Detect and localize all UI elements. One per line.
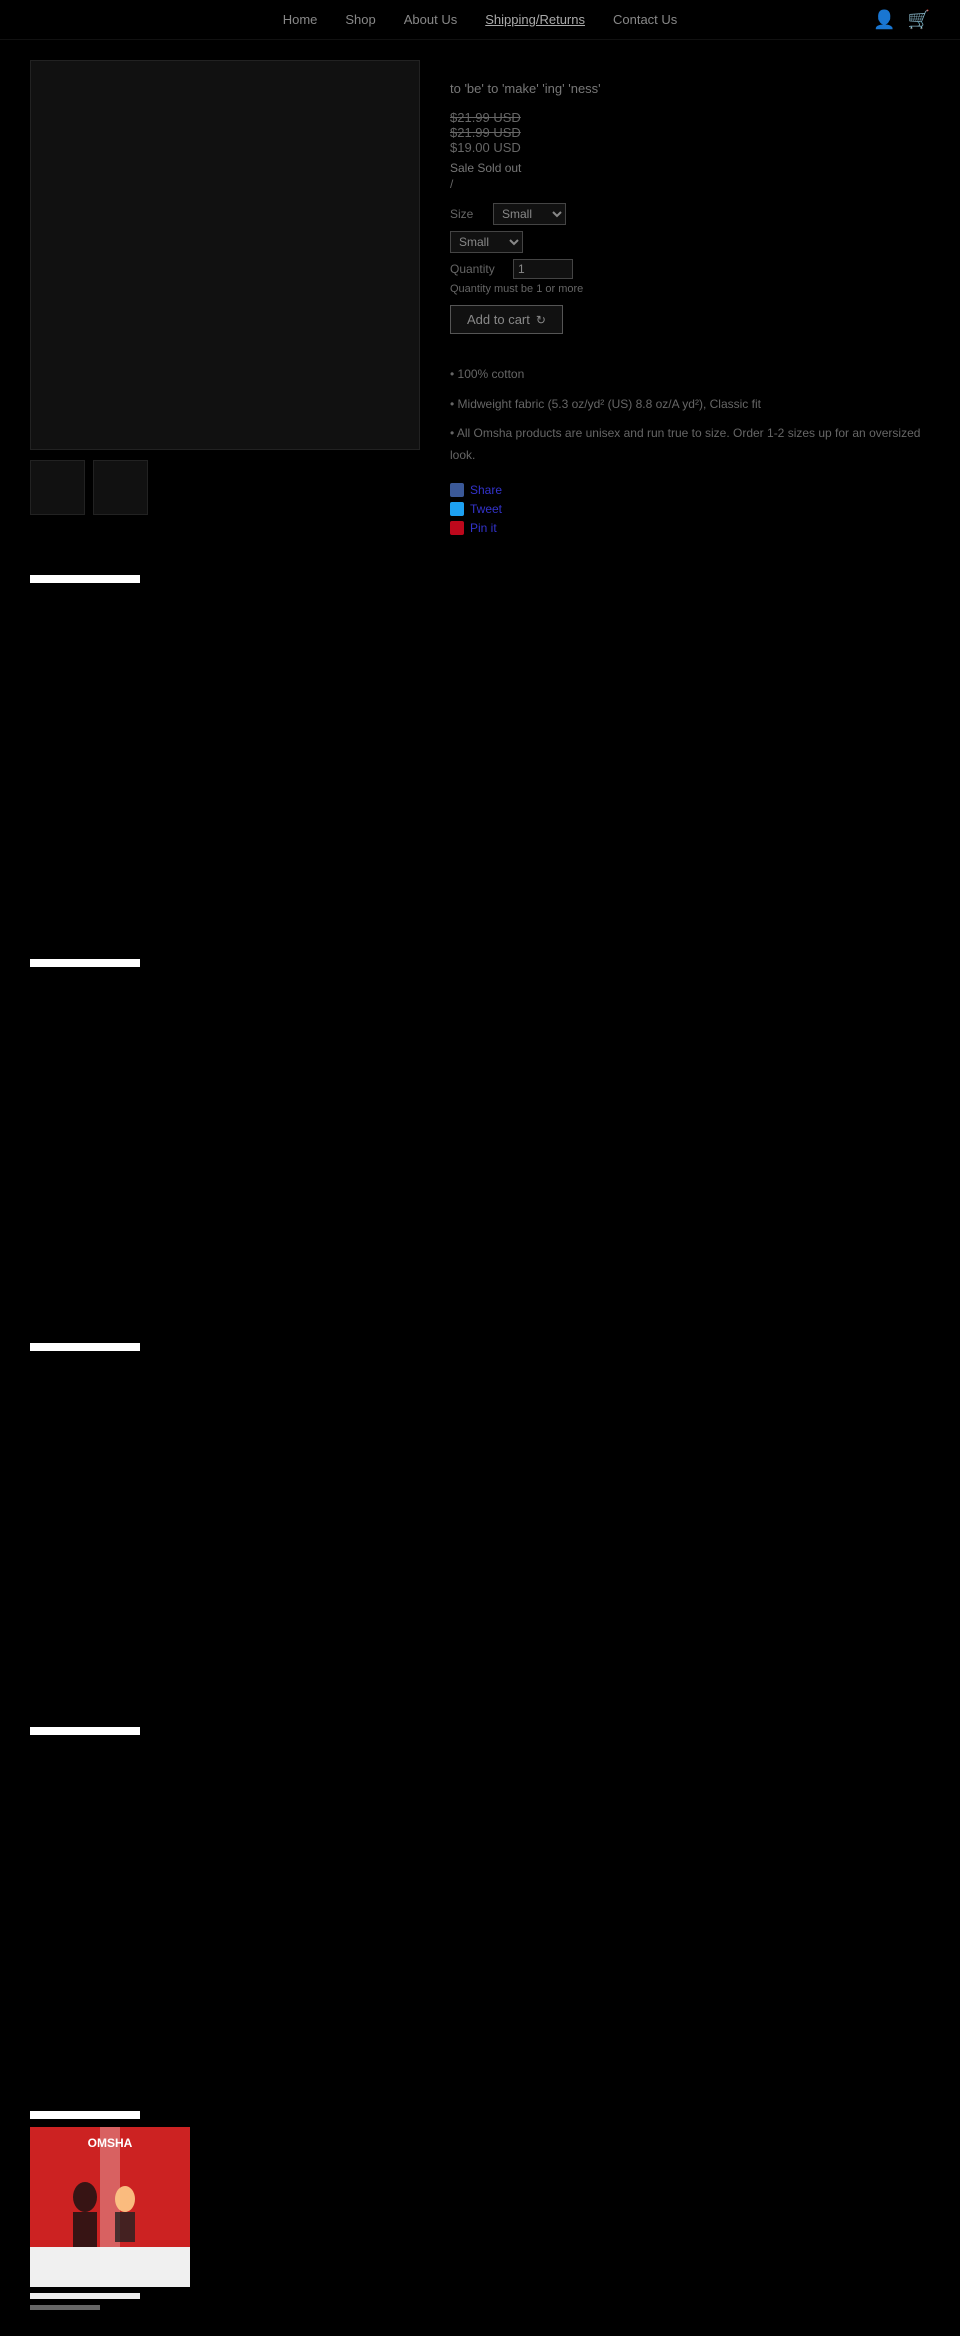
section-image-2 xyxy=(0,983,960,1323)
main-content: to 'be' to 'make' 'ing' 'ness' $21.99 US… xyxy=(0,40,960,555)
bullet-fabric: • Midweight fabric (5.3 oz/yd² (US) 8.8 … xyxy=(450,394,930,416)
related-product-name-bar-1 xyxy=(30,2293,140,2299)
section-bar-4 xyxy=(30,1727,140,1735)
section-bar-2 xyxy=(30,959,140,967)
quantity-input[interactable] xyxy=(513,259,573,279)
thumbnail-row xyxy=(30,460,420,515)
svg-text:OMSHA: OMSHA xyxy=(88,2136,133,2150)
cart-icon[interactable]: 🛒 xyxy=(908,9,930,30)
header-icons: 👤 🛒 xyxy=(873,9,930,30)
related-product-1[interactable]: OMSHA xyxy=(30,2127,190,2316)
share-pinterest[interactable]: Pin it xyxy=(450,521,930,535)
product-main-image xyxy=(30,60,420,450)
nav-contact[interactable]: Contact Us xyxy=(613,12,677,27)
size-select-1[interactable]: Small Medium Large XL xyxy=(493,203,566,225)
pinterest-icon xyxy=(450,521,464,535)
sale-slash: / xyxy=(450,177,930,191)
nav-shop[interactable]: Shop xyxy=(345,12,375,27)
quantity-label: Quantity xyxy=(450,262,505,276)
product-section-3 xyxy=(0,1323,960,1707)
price-original: $21.99 USD xyxy=(450,110,930,125)
related-product-thumb-inner-1: OMSHA xyxy=(30,2127,190,2287)
section-bar-1 xyxy=(30,575,140,583)
facebook-label: Share xyxy=(470,483,502,497)
image-column xyxy=(30,60,420,535)
share-facebook[interactable]: Share xyxy=(450,483,930,497)
quantity-note: Quantity must be 1 or more xyxy=(450,283,930,295)
size-row-1: Size Small Medium Large XL xyxy=(450,203,930,225)
related-products-section: OMSHA xyxy=(0,2091,960,2336)
add-to-cart-button[interactable]: Add to cart ↻ xyxy=(450,305,563,334)
related-title-bar xyxy=(30,2111,140,2119)
account-icon[interactable]: 👤 xyxy=(873,9,895,30)
section-image-4 xyxy=(0,1751,960,2091)
facebook-icon xyxy=(450,483,464,497)
twitter-label: Tweet xyxy=(470,502,502,516)
twitter-icon xyxy=(450,502,464,516)
price-current: $19.00 USD xyxy=(450,140,930,155)
nav-home[interactable]: Home xyxy=(283,12,318,27)
pinterest-label: Pin it xyxy=(470,521,497,535)
size-row-2: Small Medium Large XL xyxy=(450,231,930,253)
section-image-1 xyxy=(0,599,960,939)
product-section-2 xyxy=(0,939,960,1323)
bullet-sizing: • All Omsha products are unisex and run … xyxy=(450,423,930,466)
price-block: $21.99 USD $21.99 USD $19.00 USD xyxy=(450,110,930,155)
section-image-3 xyxy=(0,1367,960,1707)
size-select-2[interactable]: Small Medium Large XL xyxy=(450,231,523,253)
thumbnail-1[interactable] xyxy=(30,460,85,515)
loading-spinner-icon: ↻ xyxy=(536,313,546,327)
related-products-grid: OMSHA xyxy=(30,2127,930,2316)
product-title: to 'be' to 'make' 'ing' 'ness' xyxy=(450,80,930,98)
product-section-1 xyxy=(0,555,960,939)
header: Home Shop About Us Shipping/Returns Cont… xyxy=(0,0,960,40)
add-to-cart-label: Add to cart xyxy=(467,312,530,327)
section-bar-3 xyxy=(30,1343,140,1351)
quantity-row: Quantity xyxy=(450,259,930,279)
related-product-price-bar-1 xyxy=(30,2305,100,2310)
share-section: Share Tweet Pin it xyxy=(450,483,930,535)
related-product-image-1: OMSHA xyxy=(30,2127,190,2287)
share-twitter[interactable]: Tweet xyxy=(450,502,930,516)
nav-about[interactable]: About Us xyxy=(404,12,457,27)
thumbnail-2[interactable] xyxy=(93,460,148,515)
bullet-cotton: • 100% cotton xyxy=(450,364,930,386)
product-details: to 'be' to 'make' 'ing' 'ness' $21.99 US… xyxy=(450,60,930,535)
nav: Home Shop About Us Shipping/Returns Cont… xyxy=(283,12,678,27)
product-description: • 100% cotton • Midweight fabric (5.3 oz… xyxy=(450,364,930,466)
size-label: Size xyxy=(450,207,485,221)
product-section-4 xyxy=(0,1707,960,2091)
sale-label: Sale Sold out xyxy=(450,161,930,175)
nav-shipping[interactable]: Shipping/Returns xyxy=(485,12,585,27)
price-sale: $21.99 USD xyxy=(450,125,930,140)
